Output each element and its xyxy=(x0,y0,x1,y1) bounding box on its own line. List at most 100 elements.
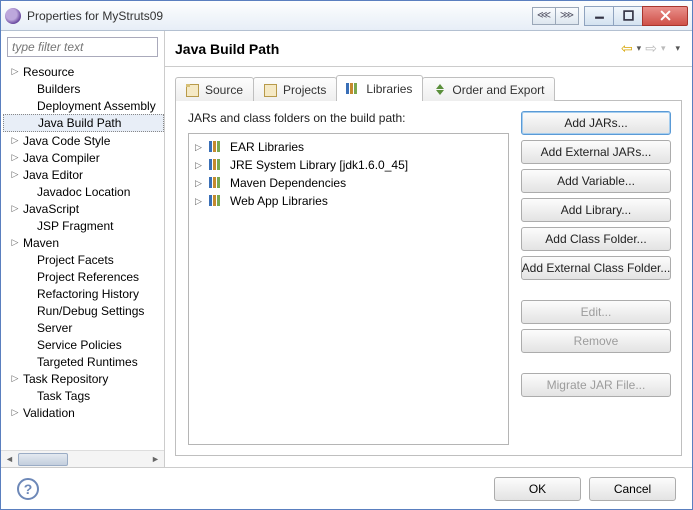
tab-label: Source xyxy=(205,83,243,97)
add-class-folder-button[interactable]: Add Class Folder... xyxy=(521,227,671,251)
tree-item[interactable]: Javadoc Location xyxy=(3,183,164,200)
tree-item[interactable]: Project References xyxy=(3,268,164,285)
tree-item[interactable]: Builders xyxy=(3,80,164,97)
expand-arrow-icon[interactable]: ▷ xyxy=(9,152,21,163)
help-icon[interactable]: ? xyxy=(17,478,39,500)
tree-item[interactable]: Server xyxy=(3,319,164,336)
maximize-button[interactable] xyxy=(613,6,643,26)
add-external-class-folder-button[interactable]: Add External Class Folder... xyxy=(521,256,671,280)
libraries-list[interactable]: ▷EAR Libraries▷JRE System Library [jdk1.… xyxy=(188,133,509,445)
expand-arrow-icon[interactable]: ▷ xyxy=(9,169,21,180)
tree-item[interactable]: ▷JavaScript xyxy=(3,200,164,217)
back-menu-icon[interactable]: ▾ xyxy=(635,43,644,54)
tree-item-label: Refactoring History xyxy=(35,287,139,301)
tree-item[interactable]: ▷Java Code Style xyxy=(3,132,164,149)
tree-item-label: Javadoc Location xyxy=(35,185,130,199)
scroll-thumb[interactable] xyxy=(18,453,68,466)
tree-item[interactable]: ▷Maven xyxy=(3,234,164,251)
expand-arrow-icon[interactable]: ▷ xyxy=(195,196,209,207)
tree-item-label: Targeted Runtimes xyxy=(35,355,138,369)
scroll-left-icon[interactable]: ◄ xyxy=(1,452,18,467)
library-item[interactable]: ▷ JRE System Library [jdk1.6.0_45] xyxy=(191,156,506,174)
tree-item-label: Builders xyxy=(35,82,80,96)
nav-fwd-icon[interactable]: ⋙ xyxy=(555,7,579,25)
tree-item[interactable]: Project Facets xyxy=(3,251,164,268)
property-tree[interactable]: ▷ResourceBuildersDeployment AssemblyJava… xyxy=(1,63,164,450)
tree-item[interactable]: JSP Fragment xyxy=(3,217,164,234)
tab-body: JARs and class folders on the build path… xyxy=(175,100,682,456)
tree-item[interactable]: Refactoring History xyxy=(3,285,164,302)
cancel-button[interactable]: Cancel xyxy=(589,477,676,501)
tab-order[interactable]: Order and Export xyxy=(422,77,555,101)
content: Source Projects Libraries Order and Expo… xyxy=(165,67,692,467)
titlebar: Properties for MyStruts09 ⋘ ⋙ xyxy=(1,1,692,31)
tree-item-label: Resource xyxy=(21,65,74,79)
expand-arrow-icon[interactable]: ▷ xyxy=(9,407,21,418)
tab-source[interactable]: Source xyxy=(175,77,254,101)
add-library-button[interactable]: Add Library... xyxy=(521,198,671,222)
tree-item[interactable]: Task Tags xyxy=(3,387,164,404)
tree-item-label: Project Facets xyxy=(35,253,114,267)
library-item[interactable]: ▷EAR Libraries xyxy=(191,138,506,156)
library-icon xyxy=(209,158,225,172)
tree-item[interactable]: ▷Resource xyxy=(3,63,164,80)
migrate-jar-button: Migrate JAR File... xyxy=(521,373,671,397)
minimize-button[interactable] xyxy=(584,6,614,26)
expand-arrow-icon[interactable]: ▷ xyxy=(195,160,209,171)
tree-item[interactable]: Run/Debug Settings xyxy=(3,302,164,319)
back-arrow-icon[interactable]: ⇦ xyxy=(619,40,635,57)
tree-item[interactable]: Java Build Path xyxy=(3,114,164,132)
library-label: Maven Dependencies xyxy=(230,176,346,190)
expand-arrow-icon[interactable]: ▷ xyxy=(9,135,21,146)
dialog-footer: ? OK Cancel xyxy=(1,467,692,510)
page-title: Java Build Path xyxy=(175,41,619,57)
tree-item-label: Java Code Style xyxy=(21,134,110,148)
library-label: JRE System Library [jdk1.6.0_45] xyxy=(230,158,408,172)
tab-projects[interactable]: Projects xyxy=(253,77,337,101)
tab-libraries[interactable]: Libraries xyxy=(336,75,423,101)
close-button[interactable] xyxy=(642,6,688,26)
expand-arrow-icon[interactable]: ▷ xyxy=(9,237,21,248)
tree-item-label: JSP Fragment xyxy=(35,219,113,233)
eclipse-icon xyxy=(5,8,21,24)
library-item[interactable]: ▷Web App Libraries xyxy=(191,192,506,210)
library-item[interactable]: ▷ Maven Dependencies xyxy=(191,174,506,192)
tree-item-label: Java Compiler xyxy=(21,151,100,165)
forward-arrow-icon: ⇨ xyxy=(643,40,659,57)
tree-item[interactable]: Deployment Assembly xyxy=(3,97,164,114)
tree-item-label: Deployment Assembly xyxy=(35,99,156,113)
tree-item-label: Java Build Path xyxy=(36,116,121,130)
tree-item-label: Task Repository xyxy=(21,372,108,386)
expand-arrow-icon[interactable]: ▷ xyxy=(195,142,209,153)
add-external-jars-button[interactable]: Add External JARs... xyxy=(521,140,671,164)
tree-item[interactable]: Targeted Runtimes xyxy=(3,353,164,370)
scroll-right-icon[interactable]: ► xyxy=(147,452,164,467)
view-menu-icon[interactable]: ▾ xyxy=(673,43,682,54)
nav-back-icon[interactable]: ⋘ xyxy=(532,7,556,25)
filter-input[interactable] xyxy=(7,37,158,57)
tab-label: Libraries xyxy=(366,82,412,96)
tree-item-label: Maven xyxy=(21,236,59,250)
tree-item-label: Java Editor xyxy=(21,168,83,182)
expand-arrow-icon[interactable]: ▷ xyxy=(195,178,209,189)
tree-item[interactable]: ▷Task Repository xyxy=(3,370,164,387)
add-variable-button[interactable]: Add Variable... xyxy=(521,169,671,193)
h-scrollbar[interactable]: ◄ ► xyxy=(1,450,164,467)
add-jars-button[interactable]: Add JARs... xyxy=(521,111,671,135)
library-icon xyxy=(209,176,225,190)
expand-arrow-icon[interactable]: ▷ xyxy=(9,66,21,77)
tree-item[interactable]: Service Policies xyxy=(3,336,164,353)
tree-item-label: Project References xyxy=(35,270,139,284)
projects-folder-icon xyxy=(262,83,278,97)
tree-item[interactable]: ▷Java Compiler xyxy=(3,149,164,166)
forward-menu-icon: ▾ xyxy=(659,43,668,54)
order-icon xyxy=(431,83,447,97)
expand-arrow-icon[interactable]: ▷ xyxy=(9,373,21,384)
page-header: Java Build Path ⇦ ▾ ⇨ ▾ ▾ xyxy=(165,31,692,67)
expand-arrow-icon[interactable]: ▷ xyxy=(9,203,21,214)
ok-button[interactable]: OK xyxy=(494,477,581,501)
tree-item[interactable]: ▷Validation xyxy=(3,404,164,421)
button-column: Add JARs... Add External JARs... Add Var… xyxy=(521,111,671,445)
tree-item[interactable]: ▷Java Editor xyxy=(3,166,164,183)
libraries-caption: JARs and class folders on the build path… xyxy=(188,111,509,125)
